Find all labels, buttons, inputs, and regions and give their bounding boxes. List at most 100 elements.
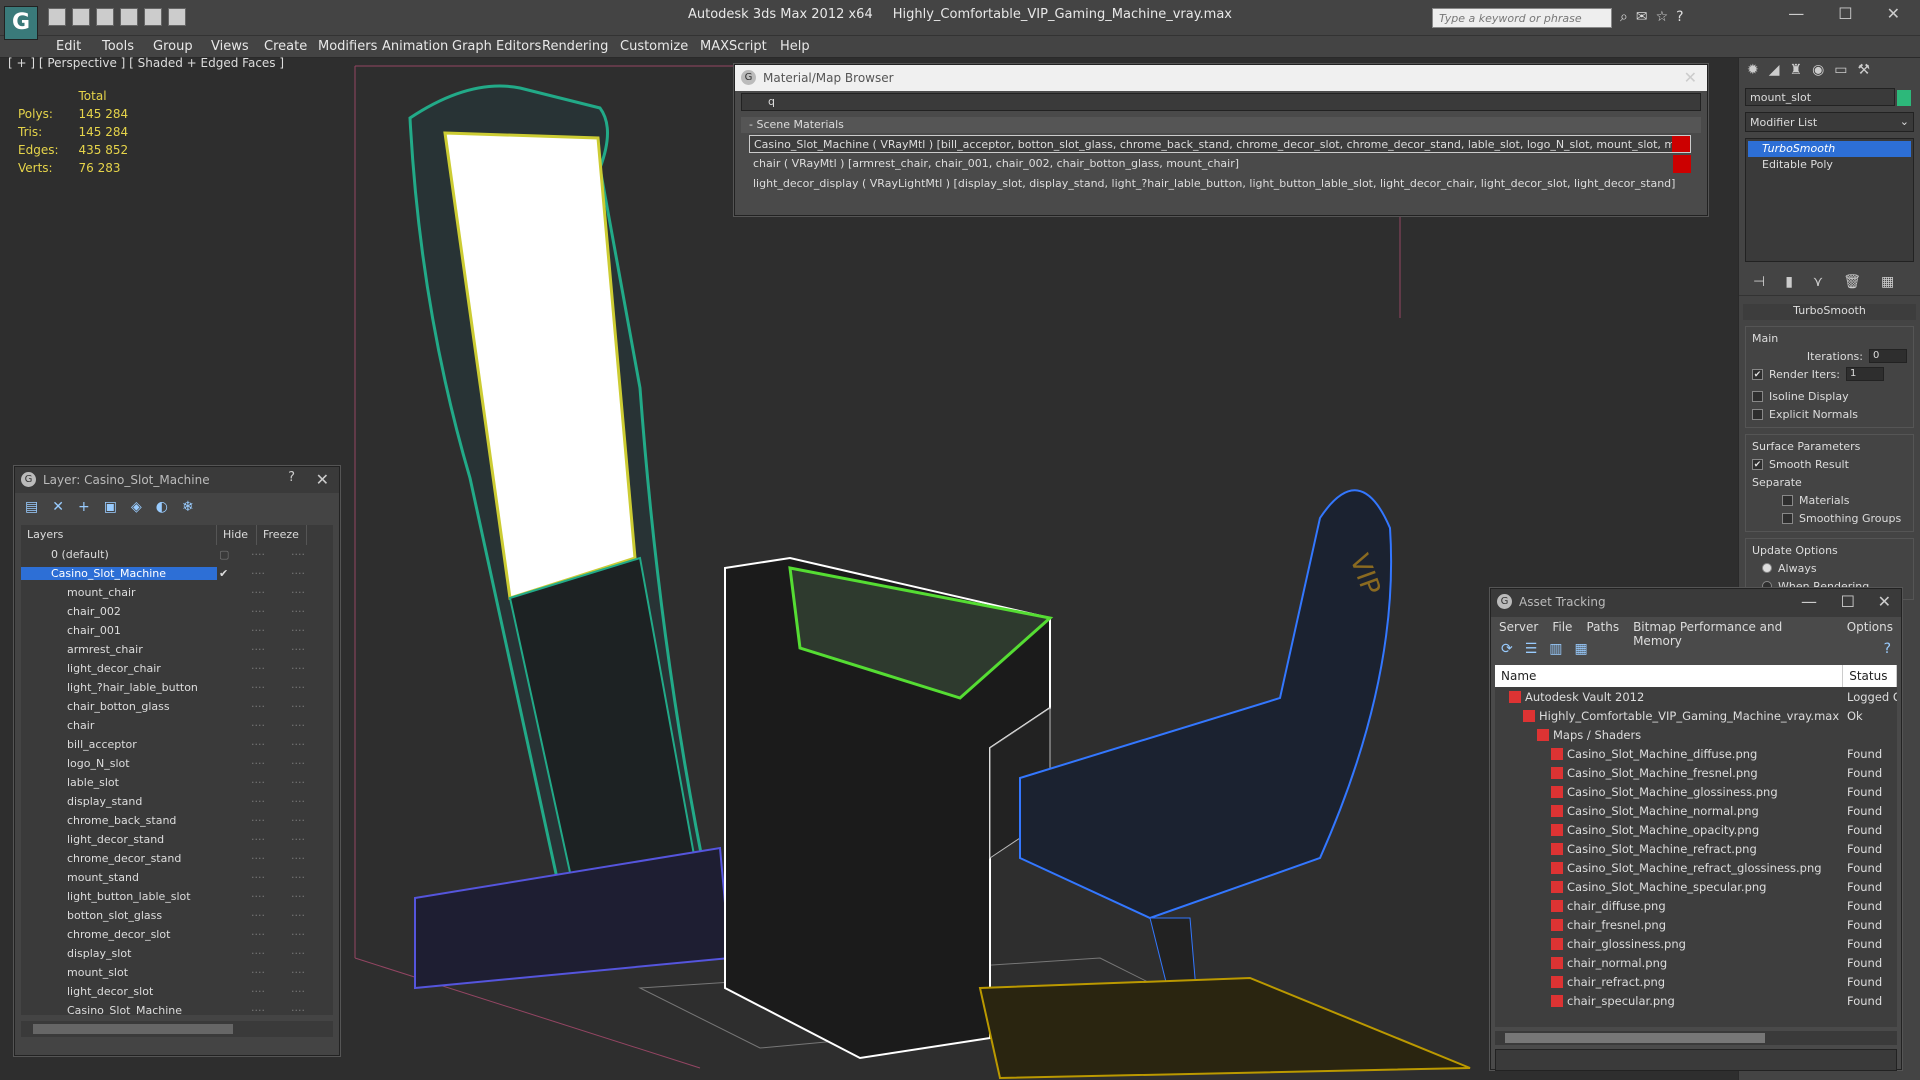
render-iters-spinner[interactable]: 1 (1845, 367, 1884, 381)
menu-help[interactable]: Help (780, 39, 810, 54)
help-icon[interactable]: ? (1884, 641, 1891, 659)
create-tab-icon[interactable]: ✹ (1747, 62, 1759, 80)
menu-server[interactable]: Server (1499, 620, 1538, 634)
asset-row[interactable]: Maps / Shaders (1495, 725, 1897, 744)
asset-row[interactable]: chair_fresnel.png Found (1495, 915, 1897, 934)
maximize-icon[interactable]: ☐ (1841, 592, 1855, 611)
hide-toggle[interactable]: ···· (251, 947, 265, 960)
menu-views[interactable]: Views (211, 39, 249, 54)
hide-toggle[interactable]: ···· (251, 909, 265, 922)
communication-center-icon[interactable]: ✉ (1636, 9, 1648, 25)
menu-customize[interactable]: Customize (620, 39, 688, 54)
asset-row[interactable]: chair_glossiness.png Found (1495, 934, 1897, 953)
hide-toggle[interactable]: ···· (251, 700, 265, 713)
layer-row[interactable]: light_decor_chair ···· ···· (21, 659, 333, 678)
freeze-all-icon[interactable]: ❄ (182, 499, 194, 515)
remove-modifier-icon[interactable]: 🗑 (1843, 274, 1861, 290)
freeze-toggle[interactable]: ···· (291, 586, 305, 599)
material-row[interactable]: Casino_Slot_Machine ( VRayMtl ) [bill_ac… (749, 135, 1691, 153)
layer-row[interactable]: mount_slot ···· ···· (21, 963, 333, 982)
freeze-toggle[interactable]: ···· (291, 909, 305, 922)
freeze-toggle[interactable]: ···· (291, 795, 305, 808)
layer-row[interactable]: logo_N_slot ···· ···· (21, 754, 333, 773)
modify-tab-icon[interactable]: ◢ (1769, 62, 1780, 80)
freeze-toggle[interactable]: ···· (291, 738, 305, 751)
freeze-toggle[interactable]: ···· (291, 871, 305, 884)
freeze-toggle[interactable]: ···· (291, 852, 305, 865)
asset-row[interactable]: chair_refract.png Found (1495, 972, 1897, 991)
current-layer-icon[interactable]: ▢ (219, 548, 229, 561)
asset-row[interactable]: Casino_Slot_Machine_refract_glossiness.p… (1495, 858, 1897, 877)
favorites-star-icon[interactable]: ☆ (1656, 9, 1669, 25)
table-view-icon[interactable]: ▦ (1575, 641, 1588, 659)
thumbnail-view-icon[interactable]: ▥ (1549, 641, 1562, 659)
hide-toggle[interactable]: ···· (251, 966, 265, 979)
search-input[interactable]: Type a keyword or phrase (1432, 8, 1612, 28)
hide-toggle[interactable]: ···· (251, 719, 265, 732)
layer-row[interactable]: chair ···· ···· (21, 716, 333, 735)
freeze-toggle[interactable]: ···· (291, 947, 305, 960)
asset-row[interactable]: chair_normal.png Found (1495, 953, 1897, 972)
explicit-normals-checkbox[interactable] (1752, 408, 1763, 420)
hide-toggle[interactable]: ···· (251, 738, 265, 751)
layer-row[interactable]: display_stand ···· ···· (21, 792, 333, 811)
menu-options[interactable]: Options (1847, 620, 1893, 634)
layer-row[interactable]: light_decor_stand ···· ···· (21, 830, 333, 849)
hierarchy-tab-icon[interactable]: ♜ (1790, 62, 1803, 80)
highlight-layer-icon[interactable]: ◈ (131, 499, 142, 515)
stack-item-editable-poly[interactable]: Editable Poly (1748, 157, 1911, 173)
isoline-checkbox[interactable] (1752, 390, 1763, 402)
horizontal-scrollbar[interactable] (21, 1021, 333, 1037)
asset-row[interactable]: chair_specular.png Found (1495, 991, 1897, 1010)
app-logo-button[interactable]: G (4, 6, 38, 40)
menu-modifiers[interactable]: Modifiers (318, 39, 377, 54)
hide-toggle[interactable]: ···· (251, 985, 265, 998)
layer-row[interactable]: chair_002 ···· ···· (21, 602, 333, 621)
layer-row[interactable]: Casino_Slot_Machine ✔ ···· ···· (21, 564, 333, 583)
freeze-toggle[interactable]: ···· (291, 662, 305, 675)
freeze-toggle[interactable]: ···· (291, 681, 305, 694)
display-tab-icon[interactable]: ▭ (1834, 62, 1847, 80)
help-icon[interactable]: ? (1676, 9, 1683, 25)
material-row[interactable]: light_decor_display ( VRayLightMtl ) [di… (749, 175, 1691, 193)
smoothing-groups-checkbox[interactable] (1782, 512, 1793, 524)
layer-row[interactable]: botton_slot_glass ···· ···· (21, 906, 333, 925)
utilities-tab-icon[interactable]: ⚒ (1858, 62, 1871, 80)
close-icon[interactable]: ✕ (1878, 592, 1891, 611)
asset-row[interactable]: Casino_Slot_Machine_refract.png Found (1495, 839, 1897, 858)
horizontal-scrollbar[interactable] (1495, 1031, 1897, 1045)
freeze-toggle[interactable]: ···· (291, 928, 305, 941)
menu-paths[interactable]: Paths (1586, 620, 1619, 634)
hide-toggle[interactable]: ···· (251, 795, 265, 808)
freeze-toggle[interactable]: ···· (291, 757, 305, 770)
hide-toggle[interactable]: ···· (251, 814, 265, 827)
menu-maxscript[interactable]: MAXScript (700, 39, 767, 54)
freeze-toggle[interactable]: ···· (291, 985, 305, 998)
hide-toggle[interactable]: ···· (251, 662, 265, 675)
turbosmooth-rollout-title[interactable]: TurboSmooth (1743, 304, 1916, 320)
hide-toggle[interactable]: ···· (251, 681, 265, 694)
asset-row[interactable]: Casino_Slot_Machine_normal.png Found (1495, 801, 1897, 820)
freeze-toggle[interactable]: ···· (291, 776, 305, 789)
help-button[interactable]: ? (288, 470, 295, 485)
layer-row[interactable]: light_decor_slot ···· ···· (21, 982, 333, 1001)
object-name-field[interactable]: mount_slot (1745, 88, 1895, 106)
add-to-layer-icon[interactable]: + (78, 499, 90, 515)
hide-toggle[interactable]: ···· (251, 605, 265, 618)
configure-sets-icon[interactable]: ▦ (1881, 274, 1894, 290)
select-objects-icon[interactable]: ▣ (104, 499, 117, 515)
hide-toggle[interactable]: ···· (251, 890, 265, 903)
delete-layer-icon[interactable]: ✕ (52, 499, 64, 515)
hide-all-icon[interactable]: ◐ (156, 499, 168, 515)
menu-edit[interactable]: Edit (56, 39, 81, 54)
hide-toggle[interactable]: ···· (251, 1004, 265, 1015)
layer-row[interactable]: mount_chair ···· ···· (21, 583, 333, 602)
minimize-icon[interactable]: — (1801, 592, 1817, 611)
asset-row[interactable]: chair_diffuse.png Found (1495, 896, 1897, 915)
modifier-list-dropdown[interactable]: Modifier List ⌄ (1745, 112, 1914, 132)
freeze-toggle[interactable]: ···· (291, 890, 305, 903)
material-search-input[interactable]: q (741, 93, 1701, 111)
hide-toggle[interactable]: ···· (251, 776, 265, 789)
materials-checkbox[interactable] (1782, 494, 1793, 506)
asset-row[interactable]: Casino_Slot_Machine_glossiness.png Found (1495, 782, 1897, 801)
